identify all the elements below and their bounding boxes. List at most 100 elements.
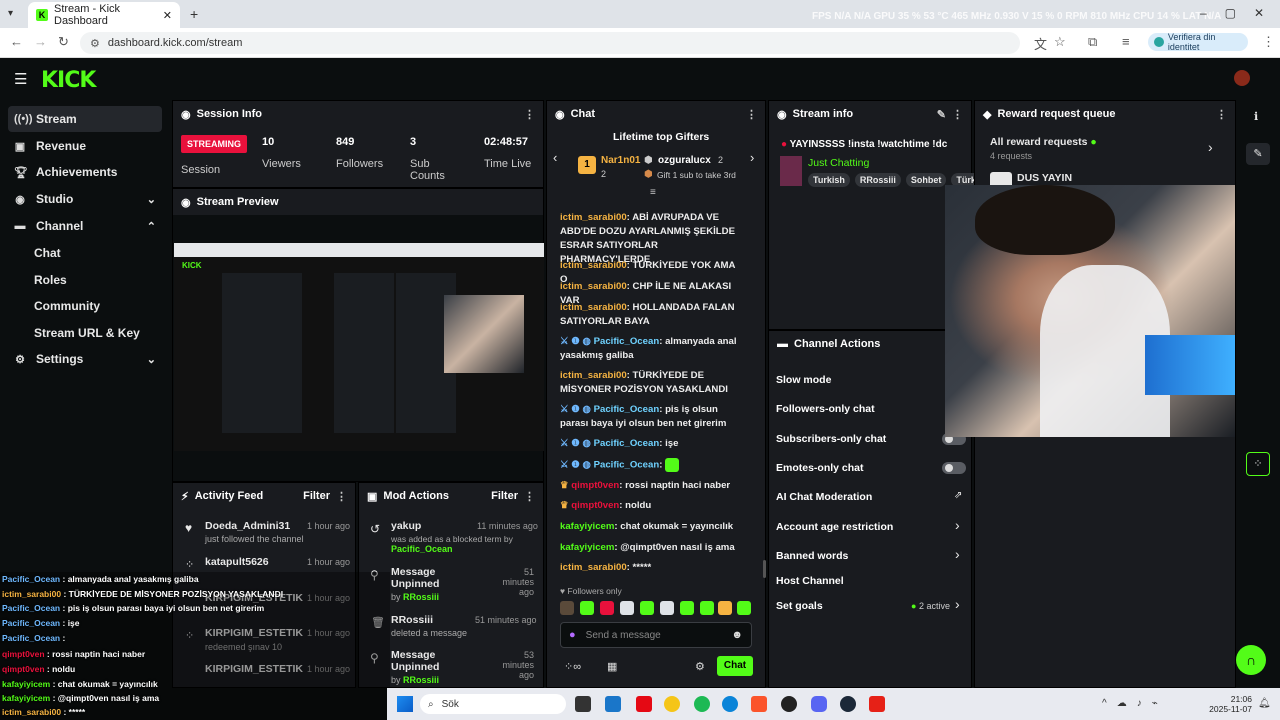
kick-logo[interactable]: KICK — [41, 68, 96, 93]
chat-user[interactable]: qimpt0ven — [571, 480, 619, 491]
stream-preview-video[interactable]: KICK — [174, 243, 544, 451]
forward-icon[interactable]: → — [34, 34, 47, 49]
discord-icon[interactable] — [811, 696, 827, 712]
emote-icon[interactable] — [620, 601, 634, 615]
menu-icon[interactable]: ☰ — [14, 70, 27, 88]
chat-user[interactable]: ictim_sarabi00 — [560, 260, 627, 271]
brave-icon[interactable] — [751, 696, 767, 712]
emote-icon[interactable] — [600, 601, 614, 615]
sidebar-item-stream[interactable]: ((•)) Stream — [8, 106, 162, 132]
user-avatar[interactable] — [1234, 70, 1250, 86]
filter-button[interactable]: Filter — [491, 490, 518, 502]
external-link-icon[interactable]: ⇗ — [954, 490, 962, 501]
reload-icon[interactable]: ↻ — [58, 34, 69, 50]
chat-user[interactable]: Pacific_Ocean — [594, 438, 660, 449]
banned-words-action[interactable]: Banned words — [776, 550, 848, 562]
clock[interactable]: 21:06 2025-11-07 — [1208, 694, 1252, 714]
chrome-icon[interactable] — [664, 696, 680, 712]
back-icon[interactable]: ← — [10, 34, 23, 49]
pencil-icon[interactable]: ✎ — [1246, 143, 1270, 165]
sidebar-sub-roles[interactable]: Roles — [34, 273, 67, 287]
edit-icon[interactable]: ✎ — [937, 108, 946, 121]
slow-mode-action[interactable]: Slow mode — [776, 374, 831, 386]
sidebar-item-achievements[interactable]: 🏆︎ Achievements — [8, 159, 162, 185]
edge-icon[interactable] — [722, 696, 738, 712]
more-icon[interactable]: ⋮ — [746, 108, 757, 121]
emoji-icon[interactable]: ☻ — [731, 629, 743, 641]
chat-scrollbar[interactable] — [763, 560, 766, 578]
emote-icon[interactable] — [560, 601, 574, 615]
windows-start-icon[interactable] — [397, 696, 413, 712]
tab-list-icon[interactable]: ▾ — [8, 8, 13, 19]
browser-menu-icon[interactable]: ⋮ — [1262, 34, 1275, 50]
more-icon[interactable]: ⋮ — [952, 108, 963, 121]
chat-user[interactable]: ictim_sarabi00 — [560, 281, 627, 292]
support-headset-icon[interactable]: ∩ — [1236, 645, 1266, 675]
system-tray-icons[interactable]: ^☁♪⌁ — [1102, 698, 1168, 709]
sidebar-item-settings[interactable]: ⚙ Settings ⌄ — [8, 346, 162, 372]
set-goals-action[interactable]: Set goals — [776, 600, 823, 612]
chat-settings-icon[interactable]: ⚙ — [695, 660, 705, 673]
chevron-right-icon[interactable]: › — [955, 546, 960, 562]
chat-user[interactable]: ictim_sarabi00 — [560, 562, 627, 573]
filter-lines-icon[interactable]: ≡ — [650, 187, 656, 198]
filter-button[interactable]: Filter — [303, 490, 330, 502]
chevron-right-icon[interactable]: › — [955, 596, 960, 612]
emotes-only-toggle[interactable] — [942, 462, 966, 474]
subscribers-only-action[interactable]: Subscribers-only chat — [776, 433, 886, 445]
sidebar-item-studio[interactable]: ◉ Studio ⌄ — [8, 186, 162, 212]
sidebar-sub-chat[interactable]: Chat — [34, 246, 61, 260]
close-tab-icon[interactable]: ✕ — [163, 9, 172, 22]
browser-tab[interactable]: K Stream - Kick Dashboard ✕ — [28, 2, 180, 28]
chat-user[interactable]: kafayiyicem — [560, 521, 614, 532]
chat-user[interactable]: kafayiyicem — [560, 542, 614, 553]
more-icon[interactable]: ⋮ — [524, 490, 535, 503]
chat-user[interactable]: ictim_sarabi00 — [560, 370, 627, 381]
all-reward-requests[interactable]: All reward requests ● — [990, 136, 1097, 148]
notifications-icon[interactable]: 🔔︎ — [1258, 698, 1271, 709]
tag[interactable]: RRossiii — [854, 173, 901, 187]
translate-icon[interactable]: 文 — [1034, 34, 1047, 53]
new-tab-icon[interactable]: + — [190, 6, 198, 22]
reward-item-name[interactable]: DUS YAYIN — [1017, 172, 1072, 184]
emote-icon[interactable] — [640, 601, 654, 615]
store-icon[interactable]: ▦ — [607, 660, 617, 673]
window-controls[interactable]: –▢✕ — [1200, 6, 1280, 20]
microphone-icon[interactable]: ● — [569, 629, 576, 641]
emotes-only-action[interactable]: Emotes-only chat — [776, 462, 864, 474]
sidebar-sub-stream-url[interactable]: Stream URL & Key — [34, 326, 140, 340]
host-channel-action[interactable]: Host Channel — [776, 575, 844, 587]
more-icon[interactable]: ⋮ — [524, 108, 535, 121]
bookmark-star-icon[interactable]: ☆ — [1054, 34, 1066, 50]
ai-moderation-action[interactable]: AI Chat Moderation — [776, 491, 872, 503]
account-age-action[interactable]: Account age restriction — [776, 521, 893, 533]
chat-user[interactable]: Pacific_Ocean — [594, 404, 660, 415]
file-explorer-icon[interactable] — [605, 696, 621, 712]
emote-icon[interactable] — [737, 601, 751, 615]
chevron-right-icon[interactable]: › — [1208, 139, 1213, 155]
extensions-icon[interactable]: ⧉ — [1088, 34, 1097, 50]
chat-user[interactable]: ictim_sarabi00 — [560, 302, 627, 313]
task-view-icon[interactable] — [575, 696, 591, 712]
chat-user[interactable]: ictim_sarabi00 — [560, 212, 627, 223]
chat-user[interactable]: Pacific_Ocean — [594, 460, 660, 471]
netflix-icon[interactable] — [636, 696, 652, 712]
info-icon[interactable]: ℹ — [1254, 110, 1258, 123]
tag[interactable]: Turkish — [808, 173, 850, 187]
emote-icon[interactable] — [580, 601, 594, 615]
emote-icon[interactable] — [660, 601, 674, 615]
emote-icon[interactable] — [700, 601, 714, 615]
site-info-icon[interactable]: ⚙ — [90, 37, 100, 50]
chat-input[interactable]: ● Send a message ☻ — [560, 622, 752, 648]
reading-list-icon[interactable]: ≡ — [1122, 34, 1130, 49]
taskbar-search[interactable]: ⌕ Sök — [420, 694, 566, 714]
steam-icon[interactable] — [840, 696, 856, 712]
spotify-icon[interactable] — [694, 696, 710, 712]
followers-only-action[interactable]: Followers-only chat — [776, 403, 875, 415]
chevron-right-icon[interactable]: › — [955, 517, 960, 533]
more-icon[interactable]: ⋮ — [1216, 108, 1227, 121]
url-field[interactable]: ⚙ dashboard.kick.com/stream — [80, 32, 1020, 54]
verify-identity-button[interactable]: Verifiera din identitet — [1148, 32, 1248, 52]
chevron-left-icon[interactable]: ‹ — [553, 150, 557, 165]
category-link[interactable]: Just Chatting — [808, 157, 869, 169]
